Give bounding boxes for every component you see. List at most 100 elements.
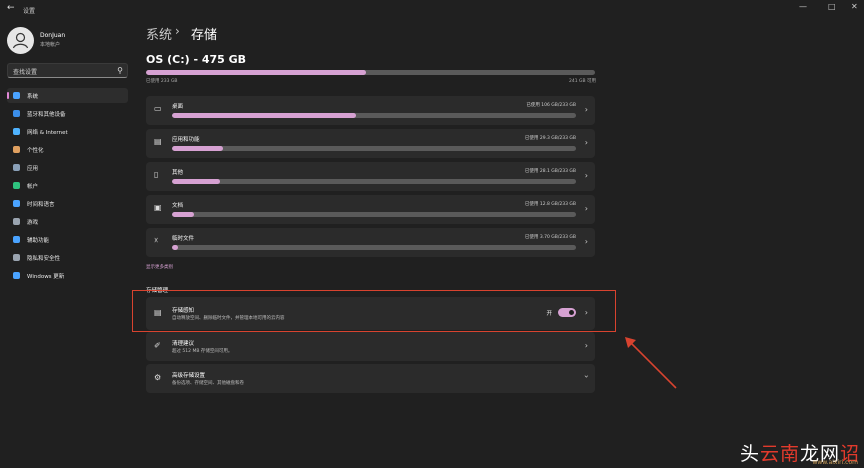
storage-category-2[interactable]: ▯ 其他 已使用 28.1 GB/233 GB › xyxy=(146,162,595,191)
category-used: 已使用 3.70 GB/233 GB xyxy=(524,235,576,240)
category-usage-fill xyxy=(172,113,356,118)
chevron-right-icon[interactable]: › xyxy=(585,341,588,350)
gear-icon: ⚙ xyxy=(154,373,162,382)
other-files-icon: ▯ xyxy=(154,170,159,179)
storage-category-1[interactable]: ▤ 应用和功能 已使用 29.3 GB/233 GB › xyxy=(146,129,595,158)
sidebar-item-label: 网络 & Internet xyxy=(27,130,68,136)
chevron-right-icon[interactable]: › xyxy=(585,105,588,114)
sidebar-item-label: 系统 xyxy=(27,94,39,100)
account-icon xyxy=(13,182,20,189)
back-arrow-icon[interactable]: ← xyxy=(7,3,15,13)
folder-icon: ▣ xyxy=(154,203,162,212)
category-usage-bar xyxy=(172,113,576,118)
breadcrumb-separator: › xyxy=(175,24,180,38)
sidebar-item-label: 游戏 xyxy=(27,220,39,226)
sidebar-item-7[interactable]: 游戏 xyxy=(7,214,128,229)
apps-features-icon: ▤ xyxy=(154,137,162,146)
category-label: 文档 xyxy=(172,203,184,209)
drive-title: OS (C:) - 475 GB xyxy=(146,53,247,66)
sidebar-item-label: 帐户 xyxy=(27,184,39,190)
trash-icon: ☓ xyxy=(154,236,159,245)
annotation-arrow-icon xyxy=(625,337,677,389)
sidebar-item-label: 蓝牙和其他设备 xyxy=(27,112,66,118)
storage-category-0[interactable]: ▭ 桌面 已使用 106 GB/233 GB › xyxy=(146,96,595,125)
sidebar-item-label: 应用 xyxy=(27,166,39,172)
monitor-icon xyxy=(13,92,20,99)
watermark-char: 头 xyxy=(739,443,760,465)
category-usage-fill xyxy=(172,179,221,184)
desktop-icon: ▭ xyxy=(154,104,162,113)
sidebar-item-label: 时间和语言 xyxy=(27,202,55,208)
search-placeholder: 查找设置 xyxy=(13,69,38,76)
apps-icon xyxy=(13,164,20,171)
search-icon[interactable]: ⚲ xyxy=(117,66,123,75)
sidebar-item-label: 辅助功能 xyxy=(27,238,50,244)
sidebar-item-4[interactable]: 应用 xyxy=(7,160,128,175)
watermark-url: www.aixiri.com xyxy=(812,459,859,466)
category-label: 桌面 xyxy=(172,104,184,110)
chevron-right-icon[interactable]: › xyxy=(585,204,588,213)
advanced-storage-card[interactable]: ⚙ 高级存储设置 备份选项、存储空间、其他磁盘和卷 › xyxy=(146,364,595,393)
cleanup-desc: 超过 512 MB 存储空间可用。 xyxy=(172,349,233,354)
storage-category-4[interactable]: ☓ 临时文件 已使用 3.70 GB/233 GB › xyxy=(146,228,595,257)
minimize-icon[interactable]: — xyxy=(799,2,807,11)
accessibility-icon xyxy=(13,236,20,243)
person-icon xyxy=(12,32,29,49)
watermark-red: 云南 xyxy=(759,443,800,465)
close-icon[interactable]: ✕ xyxy=(851,2,858,11)
cleanup-label: 清理建议 xyxy=(172,341,195,347)
chevron-down-icon[interactable]: › xyxy=(582,375,591,378)
category-usage-bar xyxy=(172,245,576,250)
drive-usage-bar xyxy=(146,70,595,75)
account-type: 本地帐户 xyxy=(40,42,61,48)
windows-update-icon xyxy=(13,272,20,279)
gamepad-icon xyxy=(13,218,20,225)
chevron-right-icon[interactable]: › xyxy=(585,138,588,147)
sidebar-item-label: 个性化 xyxy=(27,148,44,154)
sidebar-item-3[interactable]: 个性化 xyxy=(7,142,128,157)
category-used: 已使用 28.1 GB/233 GB xyxy=(524,169,576,174)
sidebar-item-1[interactable]: 蓝牙和其他设备 xyxy=(7,106,128,121)
avatar[interactable] xyxy=(7,27,34,54)
sidebar-item-6[interactable]: 时间和语言 xyxy=(7,196,128,211)
category-usage-bar xyxy=(172,212,576,217)
chevron-right-icon[interactable]: › xyxy=(585,171,588,180)
search-input[interactable]: 查找设置 ⚲ xyxy=(7,63,128,78)
sidebar-item-9[interactable]: 隐私和安全性 xyxy=(7,250,128,265)
globe-clock-icon xyxy=(13,200,20,207)
show-more-categories-link[interactable]: 显示更多类别 xyxy=(146,264,173,270)
cleanup-recommendations-card[interactable]: ✐ 清理建议 超过 512 MB 存储空间可用。 › xyxy=(146,332,595,361)
sidebar-item-8[interactable]: 辅助功能 xyxy=(7,232,128,247)
annotation-highlight-box xyxy=(132,290,616,332)
category-usage-bar xyxy=(172,179,576,184)
shield-icon xyxy=(13,254,20,261)
active-indicator xyxy=(7,92,9,99)
breadcrumb-parent[interactable]: 系统 xyxy=(146,24,172,43)
sidebar-item-label: Windows 更新 xyxy=(27,274,65,280)
title-bar: ← 设置 — □ ✕ xyxy=(0,0,864,20)
window-title: 设置 xyxy=(23,8,36,15)
wifi-icon xyxy=(13,128,20,135)
category-usage-fill xyxy=(172,146,223,151)
page-title: 存储 xyxy=(191,28,218,43)
category-used: 已使用 12.8 GB/233 GB xyxy=(524,202,576,207)
sidebar-item-5[interactable]: 帐户 xyxy=(7,178,128,193)
sidebar-item-10[interactable]: Windows 更新 xyxy=(7,268,128,283)
category-label: 应用和功能 xyxy=(172,137,200,143)
drive-used-label: 已使用 233 GB xyxy=(146,79,178,84)
advanced-desc: 备份选项、存储空间、其他磁盘和卷 xyxy=(172,381,244,386)
brush-icon xyxy=(13,146,20,153)
watermark-logo: 头云南龙网诏 www.aixiri.com xyxy=(740,439,860,466)
category-usage-fill xyxy=(172,212,195,217)
bluetooth-icon xyxy=(13,110,20,117)
category-label: 其他 xyxy=(172,170,184,176)
category-used: 已使用 29.3 GB/233 GB xyxy=(524,136,576,141)
sidebar-item-2[interactable]: 网络 & Internet xyxy=(7,124,128,139)
category-used: 已使用 106 GB/233 GB xyxy=(526,103,576,108)
chevron-right-icon[interactable]: › xyxy=(585,237,588,246)
sidebar-item-0[interactable]: 系统 xyxy=(7,88,128,103)
maximize-icon[interactable]: □ xyxy=(828,2,836,11)
category-label: 临时文件 xyxy=(172,236,195,242)
storage-category-3[interactable]: ▣ 文档 已使用 12.8 GB/233 GB › xyxy=(146,195,595,224)
sidebar-item-label: 隐私和安全性 xyxy=(27,256,61,262)
